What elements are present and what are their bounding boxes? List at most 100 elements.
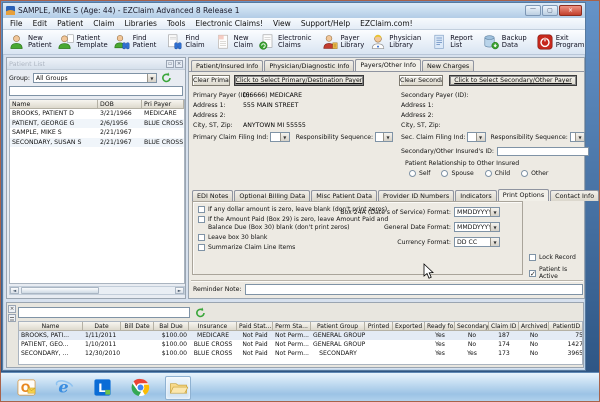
reminder-note-input[interactable] bbox=[245, 284, 583, 295]
tab-new-charges[interactable]: New Charges bbox=[422, 60, 474, 71]
scroll-thumb[interactable] bbox=[21, 287, 99, 294]
grid-column-patient-group[interactable]: Patient Group bbox=[311, 322, 365, 331]
file-explorer-taskbar-button[interactable] bbox=[165, 376, 191, 400]
new-patient-button[interactable]: NewPatient bbox=[6, 31, 55, 53]
scroll-left-icon[interactable]: ◄ bbox=[10, 287, 19, 294]
radio-other[interactable] bbox=[521, 170, 528, 177]
checkbox-if-the-amount-paid-box-2[interactable] bbox=[198, 216, 205, 223]
report-list-button[interactable]: ReportList bbox=[428, 31, 476, 53]
subtab-contact-info[interactable]: Contact Info bbox=[550, 190, 599, 201]
chevron-down-icon[interactable]: ▼ bbox=[280, 133, 289, 141]
patient-row[interactable]: BROOKS, PATIENT D3/21/1966MEDICARE bbox=[10, 109, 184, 119]
claims-search-input[interactable] bbox=[18, 307, 190, 318]
subtab-provider-id-numbers[interactable]: Provider ID Numbers bbox=[378, 190, 454, 201]
subtab-misc-patient-data[interactable]: Misc Patient Data bbox=[311, 190, 377, 201]
chrome-taskbar-button[interactable] bbox=[127, 376, 153, 400]
tab-patient-insured-info[interactable]: Patient/Insured Info bbox=[191, 60, 263, 71]
chevron-down-icon[interactable]: ▼ bbox=[147, 74, 156, 82]
radio-child[interactable] bbox=[485, 170, 492, 177]
checkbox-lock-record[interactable] bbox=[529, 254, 536, 261]
internet-explorer-taskbar-button[interactable]: e bbox=[51, 376, 77, 400]
patient-list-hscrollbar[interactable]: ◄ ► bbox=[9, 286, 185, 295]
claim-row[interactable]: BROOKS, PATI...1/11/2011$100.00MEDICAREN… bbox=[19, 331, 582, 340]
grid-options-icon[interactable] bbox=[8, 314, 16, 322]
electronic-claims-button[interactable]: ElectronicClaims bbox=[256, 31, 315, 53]
grid-column-archived[interactable]: Archived bbox=[519, 322, 549, 331]
grid-column-bal-due[interactable]: Bal Due bbox=[154, 322, 189, 331]
menu-patient[interactable]: Patient bbox=[52, 19, 88, 28]
group-select[interactable]: All Groups ▼ bbox=[33, 73, 157, 83]
grid-column-name[interactable]: Name bbox=[19, 322, 83, 331]
subtab-print-options[interactable]: Print Options bbox=[498, 189, 549, 201]
relationship-option-child[interactable]: Child bbox=[485, 170, 510, 178]
relationship-option-spouse[interactable]: Spouse bbox=[441, 170, 473, 178]
claim-row[interactable]: PATIENT, GEO...1/10/2011$100.00BLUE CROS… bbox=[19, 340, 582, 349]
physician-library-button[interactable]: PhysicianLibrary bbox=[367, 31, 424, 53]
primary-filing-ind-select[interactable]: ▼ bbox=[270, 132, 289, 142]
menu-edit[interactable]: Edit bbox=[28, 19, 53, 28]
chevron-down-icon[interactable]: ▼ bbox=[383, 133, 392, 141]
patient-search-input[interactable] bbox=[9, 86, 183, 96]
relationship-option-self[interactable]: Self bbox=[409, 170, 430, 178]
maximize-button[interactable]: ▢ bbox=[542, 5, 558, 16]
subtab-indicators[interactable]: Indicators bbox=[455, 190, 497, 201]
clear-primary-button[interactable]: Clear Primary bbox=[192, 75, 230, 86]
close-button[interactable]: × bbox=[559, 5, 582, 16]
tab-payers-other-info[interactable]: Payers/Other Info bbox=[355, 59, 421, 71]
chevron-down-icon[interactable]: ▼ bbox=[490, 223, 499, 231]
format-select-mmddyyyy[interactable]: MMDDYYYY▼ bbox=[454, 207, 500, 217]
patient-template-button[interactable]: PatientTemplate bbox=[55, 31, 111, 53]
new-claim-button[interactable]: NewClaim bbox=[212, 31, 256, 53]
clear-secondary-button[interactable]: Clear Secondary bbox=[399, 75, 443, 86]
chevron-down-icon[interactable]: ▼ bbox=[575, 133, 584, 141]
tab-physician-diagnostic-info[interactable]: Physician/Diagnostic Info bbox=[264, 60, 354, 71]
patient-row[interactable]: SAMPLE, MIKE S2/21/1967 bbox=[10, 128, 184, 138]
menu-claim[interactable]: Claim bbox=[88, 19, 119, 28]
radio-self[interactable] bbox=[409, 170, 416, 177]
chevron-down-icon[interactable]: ▼ bbox=[490, 208, 499, 216]
column-header-dob[interactable]: DOB bbox=[98, 100, 142, 109]
menu-libraries[interactable]: Libraries bbox=[120, 19, 162, 28]
outlook-taskbar-button[interactable]: O bbox=[13, 376, 39, 400]
minimize-button[interactable]: — bbox=[525, 5, 541, 16]
menu-ezclaim-com[interactable]: EZClaim.com! bbox=[355, 19, 418, 28]
subtab-edi-notes[interactable]: EDI Notes bbox=[192, 190, 233, 201]
backup-data-button[interactable]: BackupData bbox=[480, 31, 530, 53]
select-primary-payer-button[interactable]: Click to Select Primary/Destination Paye… bbox=[234, 75, 364, 86]
refresh-patients-icon[interactable] bbox=[161, 72, 173, 84]
column-header-pri-payer[interactable]: Pri Payer bbox=[142, 100, 184, 109]
secondary-filing-ind-select[interactable]: ▼ bbox=[467, 132, 485, 142]
secondary-resp-seq-select[interactable]: ▼ bbox=[570, 132, 585, 142]
claim-row[interactable]: SECONDARY, ...12/30/2010$100.00BLUE CROS… bbox=[19, 349, 582, 358]
subtab-optional-billing-data[interactable]: Optional Billing Data bbox=[234, 190, 310, 201]
relationship-option-other[interactable]: Other bbox=[521, 170, 548, 178]
format-select-mmddyyyy[interactable]: MMDDYYYY▼ bbox=[454, 222, 500, 232]
checkbox-leave-box-30-blank[interactable] bbox=[198, 234, 205, 241]
grid-column-perm-sta[interactable]: Perm Sta... bbox=[273, 322, 311, 331]
pin-panel-icon[interactable]: ▫ bbox=[166, 60, 174, 68]
grid-column-claim-id[interactable]: Claim ID bbox=[489, 322, 519, 331]
grid-column-secondary[interactable]: Secondary bbox=[455, 322, 489, 331]
menu-support-help[interactable]: Support/Help bbox=[296, 19, 355, 28]
grid-column-patientid[interactable]: PatientID bbox=[549, 322, 583, 331]
chevron-down-icon[interactable]: ▼ bbox=[490, 238, 499, 246]
checkbox-if-any-dollar-amount-is-[interactable] bbox=[198, 206, 205, 213]
scroll-right-icon[interactable]: ► bbox=[175, 287, 184, 294]
grid-column-printed[interactable]: Printed bbox=[365, 322, 393, 331]
column-header-name[interactable]: Name bbox=[10, 100, 98, 109]
grid-column-insurance[interactable]: Insurance bbox=[189, 322, 237, 331]
refresh-claims-icon[interactable] bbox=[195, 307, 207, 319]
patient-row[interactable]: PATIENT, GEORGE G2/6/1956BLUE CROSS bbox=[10, 119, 184, 129]
menu-view[interactable]: View bbox=[268, 19, 296, 28]
menu-electronic-claims[interactable]: Electronic Claims! bbox=[190, 19, 268, 28]
other-insured-id-input[interactable] bbox=[497, 147, 589, 156]
grid-column-date[interactable]: Date bbox=[83, 322, 121, 331]
select-secondary-payer-button[interactable]: Click to Select Secondary/Other Payer bbox=[449, 75, 577, 86]
primary-resp-seq-select[interactable]: ▼ bbox=[375, 132, 393, 142]
exit-program-button[interactable]: ExitProgram bbox=[534, 31, 588, 53]
close-panel-icon[interactable]: × bbox=[175, 60, 183, 68]
flag-patient-is-active[interactable]: ✓Patient Is Active bbox=[529, 266, 584, 281]
find-claim-button[interactable]: FindClaim bbox=[163, 31, 207, 53]
menu-tools[interactable]: Tools bbox=[162, 19, 190, 28]
find-patient-button[interactable]: FindPatient bbox=[111, 31, 160, 53]
